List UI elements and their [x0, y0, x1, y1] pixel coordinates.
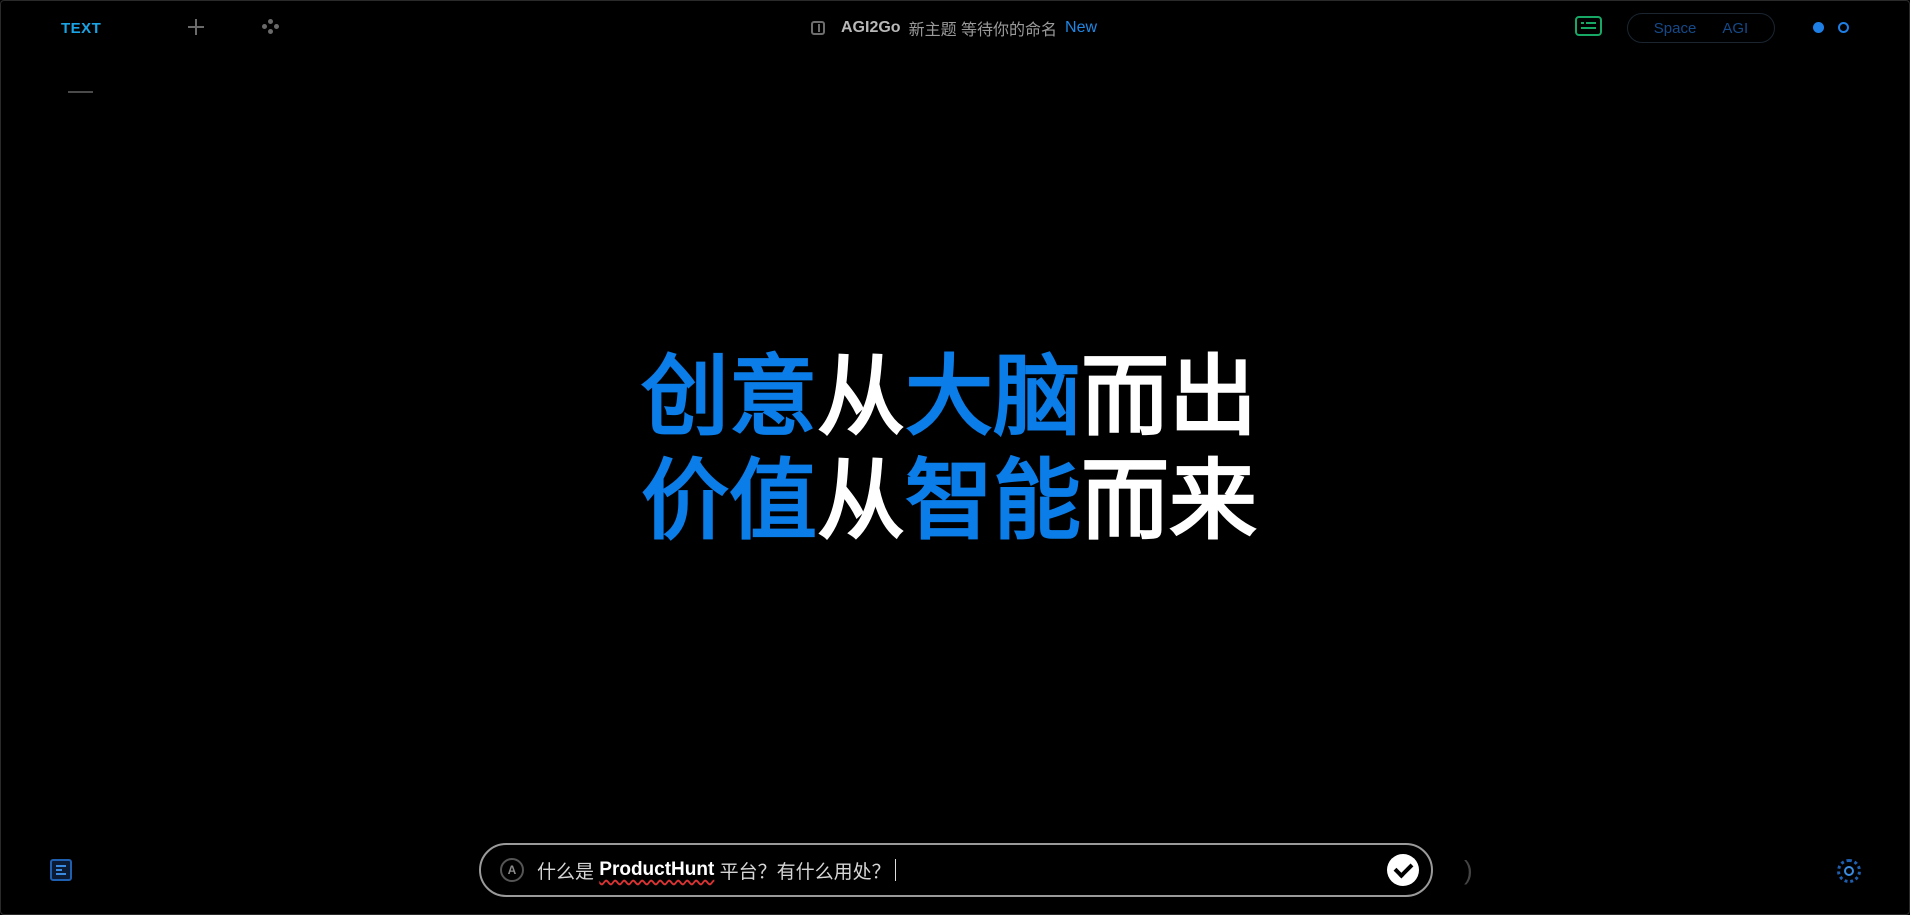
hero-word: 智能 [905, 449, 1082, 552]
input-text-suffix: 平台？有什么用处？ [714, 861, 891, 883]
document-icon[interactable] [50, 859, 72, 881]
status-dot-filled[interactable] [1813, 22, 1824, 33]
hero-word: 创意 [641, 345, 818, 448]
toggle-option-space[interactable]: Space [1654, 20, 1697, 37]
hero-word: 从 [817, 449, 906, 552]
keyboard-key [1586, 22, 1596, 24]
keyboard-icon[interactable] [1575, 16, 1602, 36]
keyboard-key [1581, 27, 1596, 29]
collapse-minus-icon[interactable] [68, 91, 93, 93]
status-dot-ring[interactable] [1838, 22, 1849, 33]
tab-text[interactable]: TEXT [61, 20, 101, 37]
document-line [56, 865, 66, 867]
input-text-prefix: 什么是 [537, 861, 600, 883]
toggle-option-agi[interactable]: AGI [1722, 20, 1748, 37]
hero-word: 从 [817, 345, 906, 448]
settings-gear-icon[interactable] [1837, 859, 1861, 883]
gamepad-dot [268, 19, 273, 24]
submit-check-icon[interactable] [1387, 854, 1419, 886]
gamepad-icon[interactable] [262, 19, 280, 35]
document-line [56, 869, 62, 871]
plus-icon[interactable] [187, 18, 205, 36]
hero-word: 而出 [1081, 345, 1258, 448]
chat-input-bar[interactable]: A 什么是 ProductHunt 平台？有什么用处？ [479, 843, 1433, 897]
hero-word: 而来 [1081, 449, 1258, 552]
app-name: AGI2Go [841, 19, 901, 36]
app-window: TEXT AGI2Go 新主题 等待你的命名 New Space AGI 创意从… [0, 0, 1910, 915]
mode-a-icon[interactable]: A [500, 858, 524, 882]
topic-title-bar[interactable]: AGI2Go 新主题 等待你的命名 New [811, 17, 1097, 39]
gamepad-dot [274, 24, 279, 29]
input-text-highlight: ProductHunt [599, 859, 715, 880]
side-glyph: ) [1464, 855, 1473, 885]
chat-input-field[interactable]: 什么是 ProductHunt 平台？有什么用处？ [537, 857, 896, 883]
hero-word: 大脑 [905, 345, 1082, 448]
document-line [56, 873, 66, 875]
gamepad-dot [268, 29, 273, 34]
keyboard-key [1581, 22, 1584, 24]
text-caret [894, 859, 896, 881]
space-agi-toggle[interactable]: Space AGI [1627, 13, 1775, 43]
panel-icon[interactable] [811, 21, 825, 35]
hero-slogan: 创意从大脑而出 价值从智能而来 [641, 345, 1281, 553]
hero-word: 价值 [641, 449, 818, 552]
hero-line-2: 价值从智能而来 [641, 449, 1281, 553]
topic-title[interactable]: 新主题 等待你的命名 [909, 16, 1057, 40]
hero-line-1: 创意从大脑而出 [641, 345, 1281, 449]
new-badge: New [1065, 19, 1098, 36]
gamepad-dot [262, 24, 267, 29]
